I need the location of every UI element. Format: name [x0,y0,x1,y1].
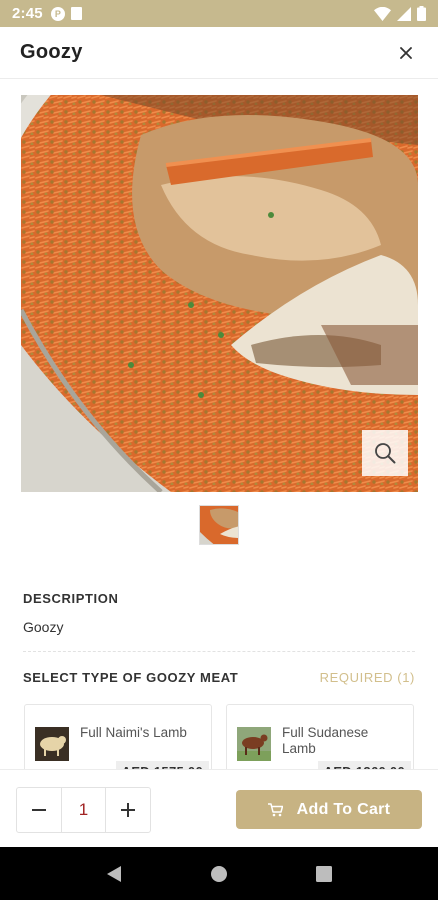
meat-type-heading: SELECT TYPE OF GOOZY MEAT [23,670,239,685]
option-image [237,727,271,761]
system-nav-bar [0,847,438,900]
section-divider [23,651,415,652]
nav-back-button[interactable] [102,862,126,886]
sd-card-icon [70,7,82,20]
option-name: Full Naimi's Lamb [80,725,187,740]
decrease-quantity-button[interactable] [17,788,61,832]
increase-quantity-button[interactable] [106,788,150,832]
required-label: REQUIRED (1) [319,670,415,685]
thumbnail-illustration [200,506,238,544]
status-bar: 2:45 P [0,0,438,27]
cart-icon [267,802,283,816]
nav-recents-button[interactable] [312,862,336,886]
zoom-icon [375,443,396,464]
close-button[interactable] [394,41,418,65]
plus-icon [120,803,135,817]
page-title: Goozy [20,41,83,63]
option-name: Full Sudanese Lamb [282,725,369,756]
nav-home-button[interactable] [207,862,231,886]
wifi-icon [374,6,391,21]
home-circle-icon [210,865,227,882]
quantity-stepper: 1 [16,787,151,833]
recents-square-icon [315,865,332,882]
option-image [35,727,69,761]
description-heading: DESCRIPTION [23,591,119,606]
image-thumbnail[interactable] [199,505,239,545]
quantity-value[interactable]: 1 [61,788,106,832]
cart-action-bar: 1 Add To Cart [0,769,438,847]
zoom-button[interactable] [362,430,408,476]
status-system-icons [374,6,426,21]
status-notification-icons: P [50,6,82,21]
battery-icon [417,6,426,21]
add-to-cart-button[interactable]: Add To Cart [236,790,422,829]
lamb-image [35,727,69,761]
description-text: Goozy [23,619,64,635]
product-header: Goozy [0,27,438,79]
back-triangle-icon [107,865,122,882]
close-icon [400,46,412,59]
food-photo-illustration [21,95,418,492]
signal-icon [397,6,411,21]
notification-app-icon: P [50,6,65,21]
status-time: 2:45 [12,5,43,22]
add-to-cart-label: Add To Cart [296,800,391,818]
product-image[interactable] [21,95,418,492]
minus-icon [32,809,47,811]
lamb-image [237,727,271,761]
